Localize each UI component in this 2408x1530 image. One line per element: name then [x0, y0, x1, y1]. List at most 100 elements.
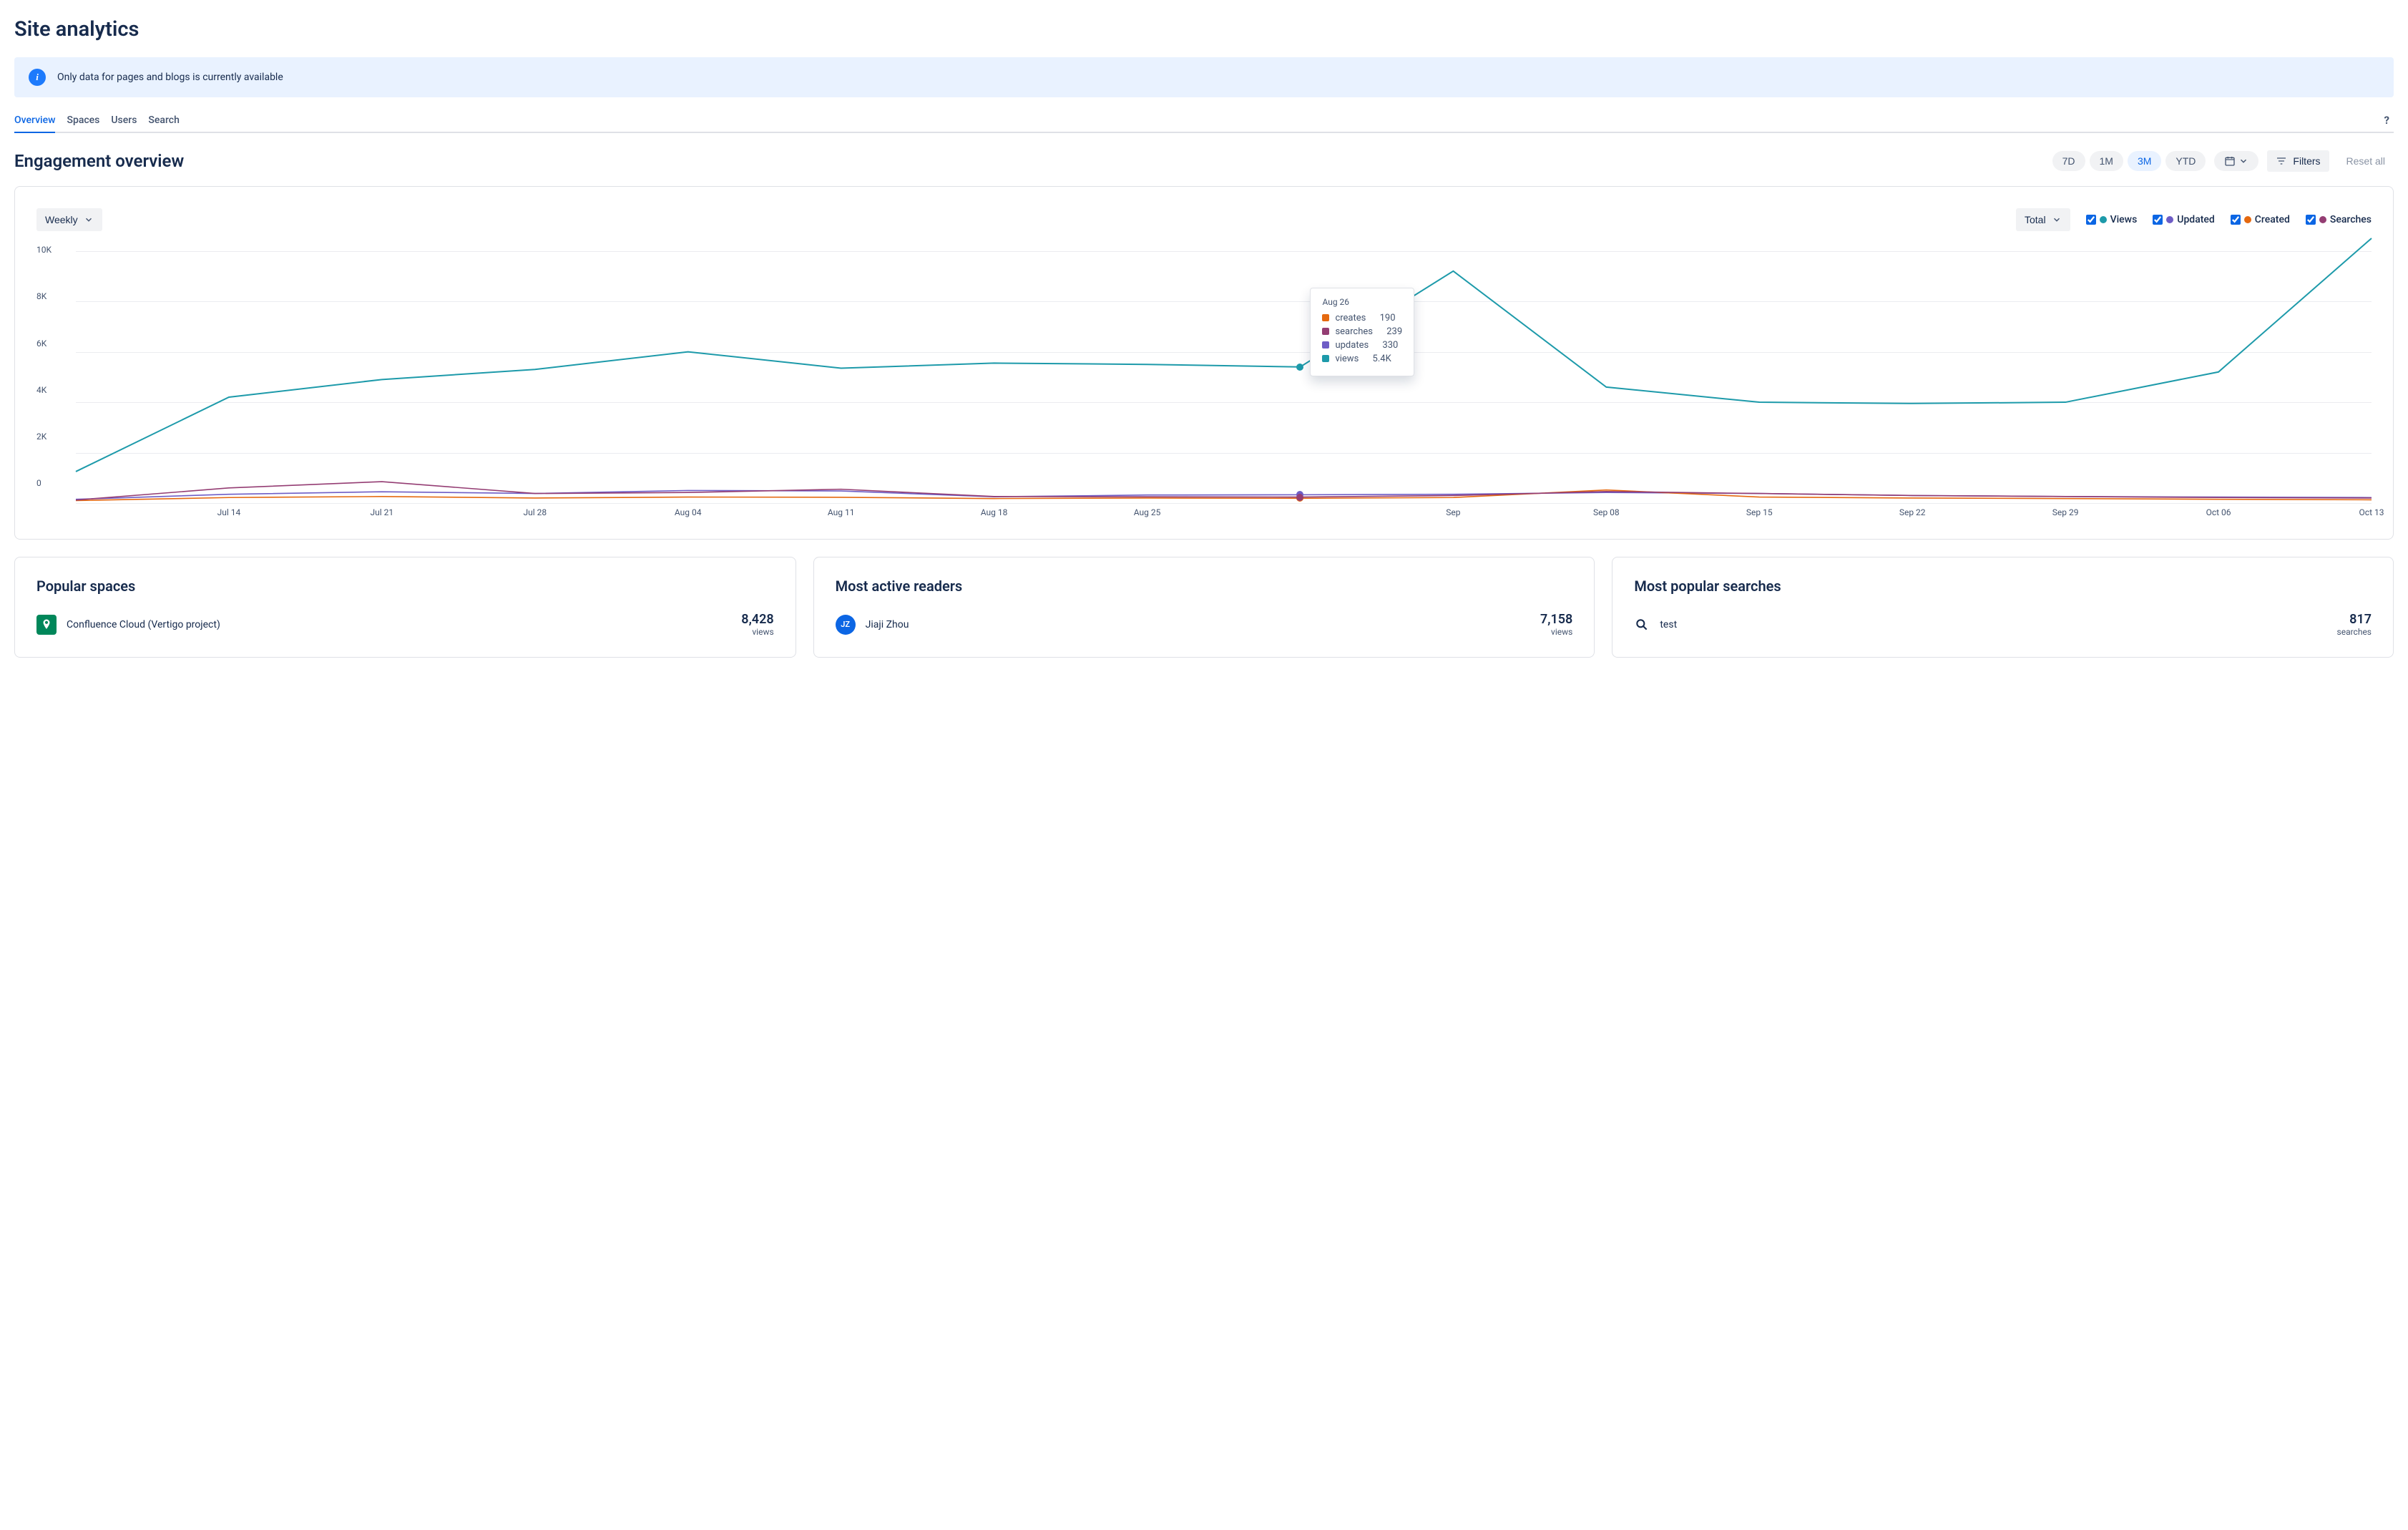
tooltip-row-label: searches [1335, 326, 1373, 337]
legend-checkbox-searches[interactable] [2306, 215, 2316, 225]
y-axis-label: 0 [36, 478, 41, 488]
space-views-unit: views [741, 627, 773, 637]
aggregate-select[interactable]: Total [2016, 208, 2070, 231]
tab-search[interactable]: Search [148, 109, 179, 132]
tooltip-row-value: 239 [1386, 326, 1402, 337]
space-name[interactable]: Confluence Cloud (Vertigo project) [67, 619, 220, 630]
tab-list: Overview Spaces Users Search [14, 109, 180, 132]
range-chip-group: 7D1M3MYTD [2052, 151, 2206, 171]
y-axis-label: 8K [36, 291, 47, 301]
tooltip-row-searches: searches 239 [1322, 326, 1402, 337]
most-active-readers-card: Most active readers JZ Jiaji Zhou 7,158 … [813, 557, 1595, 658]
x-axis-label: Sep 15 [1746, 507, 1773, 517]
search-icon [1634, 617, 1650, 633]
tooltip-row-label: updates [1335, 340, 1369, 351]
chart-tooltip: Aug 26 creates 190 searches 239 updates 330… [1310, 288, 1414, 376]
tooltip-swatch-icon [1322, 355, 1329, 362]
y-axis-label: 10K [36, 245, 52, 255]
legend-checkbox-updated[interactable] [2153, 215, 2163, 225]
legend-checkbox-created[interactable] [2231, 215, 2241, 225]
legend-label: Created [2255, 214, 2290, 225]
legend-dot-icon [2244, 216, 2251, 223]
legend-label: Searches [2330, 214, 2372, 225]
tooltip-title: Aug 26 [1322, 297, 1402, 307]
tab-spaces[interactable]: Spaces [67, 109, 99, 132]
tab-overview[interactable]: Overview [14, 109, 55, 132]
x-axis-label: Oct 13 [2359, 507, 2384, 517]
range-chip-1m[interactable]: 1M [2090, 151, 2123, 171]
legend-item-searches[interactable]: Searches [2306, 214, 2372, 225]
engagement-line-chart: 02K4K6K8K10K Aug 26creates 190searches 2… [36, 238, 2372, 525]
chevron-down-icon [2238, 156, 2248, 166]
legend-item-updated[interactable]: Updated [2153, 214, 2215, 225]
x-axis-label: Aug 18 [981, 507, 1008, 517]
search-count-value: 817 [2337, 612, 2372, 627]
chart-marker-views [1296, 364, 1303, 371]
legend-label: Updated [2177, 214, 2215, 225]
granularity-select[interactable]: Weekly [36, 208, 102, 231]
tooltip-row-value: 330 [1382, 340, 1398, 351]
tooltip-row-updates: updates 330 [1322, 340, 1402, 351]
series-line-views [76, 238, 2372, 472]
legend-item-views[interactable]: Views [2086, 214, 2138, 225]
reader-name[interactable]: Jiaji Zhou [866, 619, 909, 630]
x-axis-label: Oct 06 [2206, 507, 2231, 517]
section-title: Engagement overview [14, 151, 184, 171]
tooltip-row-value: 5.4K [1373, 354, 1391, 364]
engagement-chart-card: Weekly Total Views Updated Created Searches… [14, 186, 2394, 540]
x-axis-label: Jul 14 [217, 507, 241, 517]
x-axis-label: Aug 11 [828, 507, 855, 517]
tooltip-row-label: creates [1335, 313, 1366, 323]
granularity-label: Weekly [45, 214, 78, 225]
range-chip-7d[interactable]: 7D [2052, 151, 2085, 171]
legend-dot-icon [2100, 216, 2107, 223]
popular-spaces-card: Popular spaces Confluence Cloud (Vertigo… [14, 557, 796, 658]
date-picker-button[interactable] [2214, 151, 2258, 171]
tab-users[interactable]: Users [111, 109, 137, 132]
user-avatar: JZ [836, 615, 856, 635]
x-axis-label: Aug 25 [1134, 507, 1161, 517]
y-axis-label: 2K [36, 432, 47, 442]
tooltip-swatch-icon [1322, 314, 1329, 321]
filters-button[interactable]: Filters [2267, 150, 2329, 172]
x-axis-label: Aug 04 [675, 507, 702, 517]
legend-dot-icon [2319, 216, 2326, 223]
chevron-down-icon [2052, 215, 2062, 225]
legend-checkbox-views[interactable] [2086, 215, 2096, 225]
x-axis-label: Sep 22 [1899, 507, 1926, 517]
help-icon[interactable]: ? [2380, 114, 2394, 127]
y-axis-label: 4K [36, 385, 47, 395]
x-axis-label: Jul 21 [371, 507, 394, 517]
calendar-icon [2224, 155, 2236, 167]
x-axis-label: Sep 29 [2052, 507, 2079, 517]
chart-legend: Total Views Updated Created Searches [2016, 208, 2372, 231]
tooltip-row-views: views 5.4K [1322, 354, 1402, 364]
reset-all-button[interactable]: Reset all [2338, 150, 2394, 172]
info-banner: i Only data for pages and blogs is curre… [14, 57, 2394, 97]
filters-button-label: Filters [2293, 155, 2320, 167]
tooltip-row-creates: creates 190 [1322, 313, 1402, 323]
gridline [76, 503, 2372, 504]
search-term[interactable]: test [1660, 619, 1677, 630]
most-popular-searches-card: Most popular searches test 817 searches [1612, 557, 2394, 658]
filter-icon [2276, 155, 2287, 167]
range-chip-ytd[interactable]: YTD [2165, 151, 2206, 171]
range-chip-3m[interactable]: 3M [2128, 151, 2161, 171]
chart-marker-searches [1296, 494, 1303, 501]
space-views-value: 8,428 [741, 612, 773, 627]
reader-views-unit: views [1540, 627, 1572, 637]
card-title: Popular spaces [36, 578, 774, 595]
search-count-unit: searches [2337, 627, 2372, 637]
tooltip-swatch-icon [1322, 341, 1329, 349]
tooltip-swatch-icon [1322, 328, 1329, 335]
x-axis-label: Sep [1446, 507, 1460, 517]
legend-dot-icon [2166, 216, 2173, 223]
x-axis-label: Jul 28 [523, 507, 547, 517]
space-avatar-icon [36, 615, 57, 635]
legend-item-created[interactable]: Created [2231, 214, 2290, 225]
x-axis-label: Sep 08 [1593, 507, 1620, 517]
card-title: Most active readers [836, 578, 1573, 595]
info-banner-text: Only data for pages and blogs is current… [57, 72, 283, 83]
tooltip-row-label: views [1335, 354, 1359, 364]
tooltip-row-value: 190 [1380, 313, 1396, 323]
